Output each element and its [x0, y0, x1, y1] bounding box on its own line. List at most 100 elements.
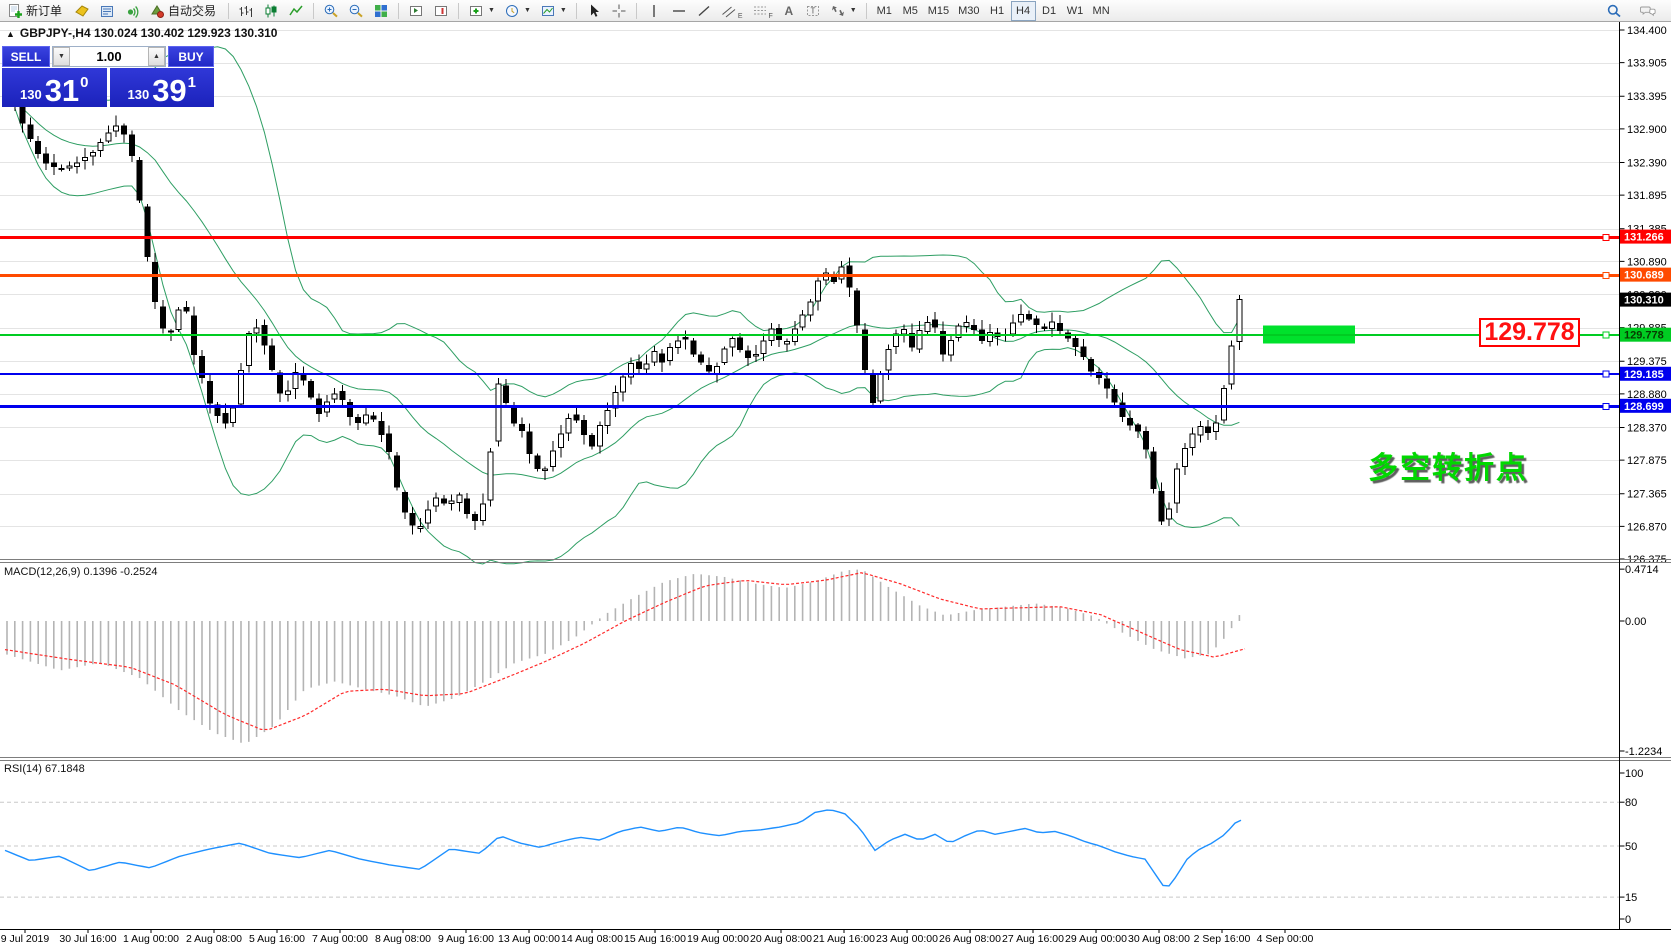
cursor-tool-button[interactable] — [582, 1, 606, 21]
timeframe-H1[interactable]: H1 — [985, 1, 1010, 21]
market-watch-button[interactable] — [95, 1, 119, 21]
fibonacci-tool-button[interactable]: F — [748, 1, 777, 21]
timeframe-W1[interactable]: W1 — [1063, 1, 1088, 21]
line-handle[interactable] — [1603, 371, 1609, 377]
text-tool-button[interactable]: A — [778, 1, 800, 21]
turning-point-annotation[interactable]: 多空转折点 — [1368, 443, 1528, 487]
candle-body — [660, 354, 665, 362]
timeframe-MN[interactable]: MN — [1089, 1, 1114, 21]
candle-body — [1159, 492, 1164, 521]
metaeditor-icon — [74, 3, 90, 19]
line-handle[interactable] — [1603, 273, 1609, 279]
horizontal-line-tool-button[interactable] — [667, 1, 691, 21]
time-label: 19 Aug 00:00 — [687, 933, 749, 945]
periods-button[interactable]: ▼ — [500, 1, 535, 21]
line-chart-button[interactable] — [284, 1, 308, 21]
buy-button[interactable]: BUY — [168, 46, 214, 67]
candle-body — [605, 411, 610, 426]
timeframe-M5[interactable]: M5 — [898, 1, 923, 21]
candle-body — [184, 307, 189, 310]
candle-body — [621, 377, 626, 392]
candlestick-chart-button[interactable] — [259, 1, 283, 21]
search-button[interactable] — [1602, 1, 1626, 21]
auto-scroll-button[interactable] — [404, 1, 428, 21]
chart-shift-button[interactable] — [429, 1, 453, 21]
trendline-tool-button[interactable] — [692, 1, 716, 21]
candle-body — [1182, 449, 1187, 467]
signals-button[interactable] — [120, 1, 144, 21]
candle-body — [223, 414, 228, 424]
macd-axis-label: 0.4714 — [1625, 564, 1659, 576]
templates-button[interactable]: ▼ — [536, 1, 571, 21]
candle-body — [808, 302, 813, 315]
crosshair-tool-button[interactable] — [607, 1, 631, 21]
price-callout-box[interactable]: 129.778 — [1479, 318, 1580, 347]
candle-body — [761, 341, 766, 353]
candle-body — [987, 333, 992, 342]
symbol-header[interactable]: ▲GBPJPY-,H4 130.024 130.402 129.923 130.… — [6, 26, 277, 40]
candle-body — [722, 349, 727, 363]
candle-body — [707, 366, 712, 371]
collapse-icon[interactable]: ▲ — [6, 29, 15, 39]
line-handle[interactable] — [1603, 332, 1609, 338]
candle-body — [363, 415, 368, 423]
vertical-line-tool-button[interactable] — [642, 1, 666, 21]
candle-body — [582, 421, 587, 435]
timeframe-H4[interactable]: H4 — [1011, 1, 1036, 21]
volume-increase-button[interactable]: ▲ — [148, 47, 165, 66]
candle-body — [699, 355, 704, 362]
zoom-in-button[interactable] — [319, 1, 343, 21]
zoom-out-button[interactable] — [344, 1, 368, 21]
rsi-axis-label: 0 — [1625, 914, 1631, 926]
candle-body — [1128, 419, 1133, 425]
buy-price-sup: 1 — [188, 74, 196, 91]
volume-input[interactable] — [70, 47, 148, 66]
chat-bubbles-icon — [1640, 3, 1656, 19]
one-click-trading-panel: SELL ▼ ▲ BUY 130310 130391 — [2, 46, 214, 107]
candle-body — [1089, 359, 1094, 371]
candle-body — [590, 436, 595, 446]
channel-tool-button[interactable]: E — [717, 1, 747, 21]
sell-button[interactable]: SELL — [2, 46, 50, 67]
level-price-chip-text: 128.699 — [1624, 401, 1664, 413]
line-handle[interactable] — [1603, 235, 1609, 241]
candle-body — [1151, 452, 1156, 488]
price-tick-label: 126.870 — [1627, 521, 1667, 533]
market-watch-icon — [99, 3, 115, 19]
candle-body — [902, 330, 907, 334]
signals-icon — [124, 3, 140, 19]
candle-body — [457, 495, 462, 502]
time-axis[interactable]: 9 Jul 201930 Jul 16:001 Aug 00:002 Aug 0… — [1, 930, 1314, 945]
candle-body — [278, 373, 283, 393]
dropdown-caret-icon: ▼ — [488, 7, 495, 14]
timeframe-M15[interactable]: M15 — [924, 1, 953, 21]
label-tool-button[interactable]: T — [801, 1, 825, 21]
volume-decrease-button[interactable]: ▼ — [53, 47, 70, 66]
autotrading-button[interactable]: 自动交易 — [145, 1, 223, 21]
metaeditor-button[interactable] — [70, 1, 94, 21]
buy-price-display[interactable]: 130391 — [110, 68, 215, 107]
level-price-chip-text: 131.266 — [1624, 232, 1664, 244]
arrows-tool-button[interactable]: ▼ — [826, 1, 861, 21]
tile-windows-button[interactable] — [369, 1, 393, 21]
indicators-button[interactable]: ▼ — [464, 1, 499, 21]
candle-body — [886, 349, 891, 370]
timeframe-M30[interactable]: M30 — [954, 1, 983, 21]
timeframe-D1[interactable]: D1 — [1037, 1, 1062, 21]
candle-body — [410, 513, 415, 525]
candle-body — [1167, 509, 1172, 519]
sell-price-display[interactable]: 130310 — [2, 68, 107, 107]
chat-button[interactable] — [1636, 1, 1660, 21]
candle-body — [948, 340, 953, 355]
candle-body — [122, 126, 127, 134]
bar-chart-button[interactable] — [234, 1, 258, 21]
candle-body — [44, 154, 49, 163]
candle-body — [480, 504, 485, 521]
autotrading-label: 自动交易 — [168, 2, 216, 19]
candle-body — [434, 498, 439, 506]
macd-indicator-label: MACD(12,26,9) 0.1396 -0.2524 — [4, 566, 157, 578]
line-handle[interactable] — [1603, 404, 1609, 410]
candle-body — [1143, 431, 1148, 448]
timeframe-M1[interactable]: M1 — [872, 1, 897, 21]
new-order-button[interactable]: 新订单 — [3, 1, 69, 21]
